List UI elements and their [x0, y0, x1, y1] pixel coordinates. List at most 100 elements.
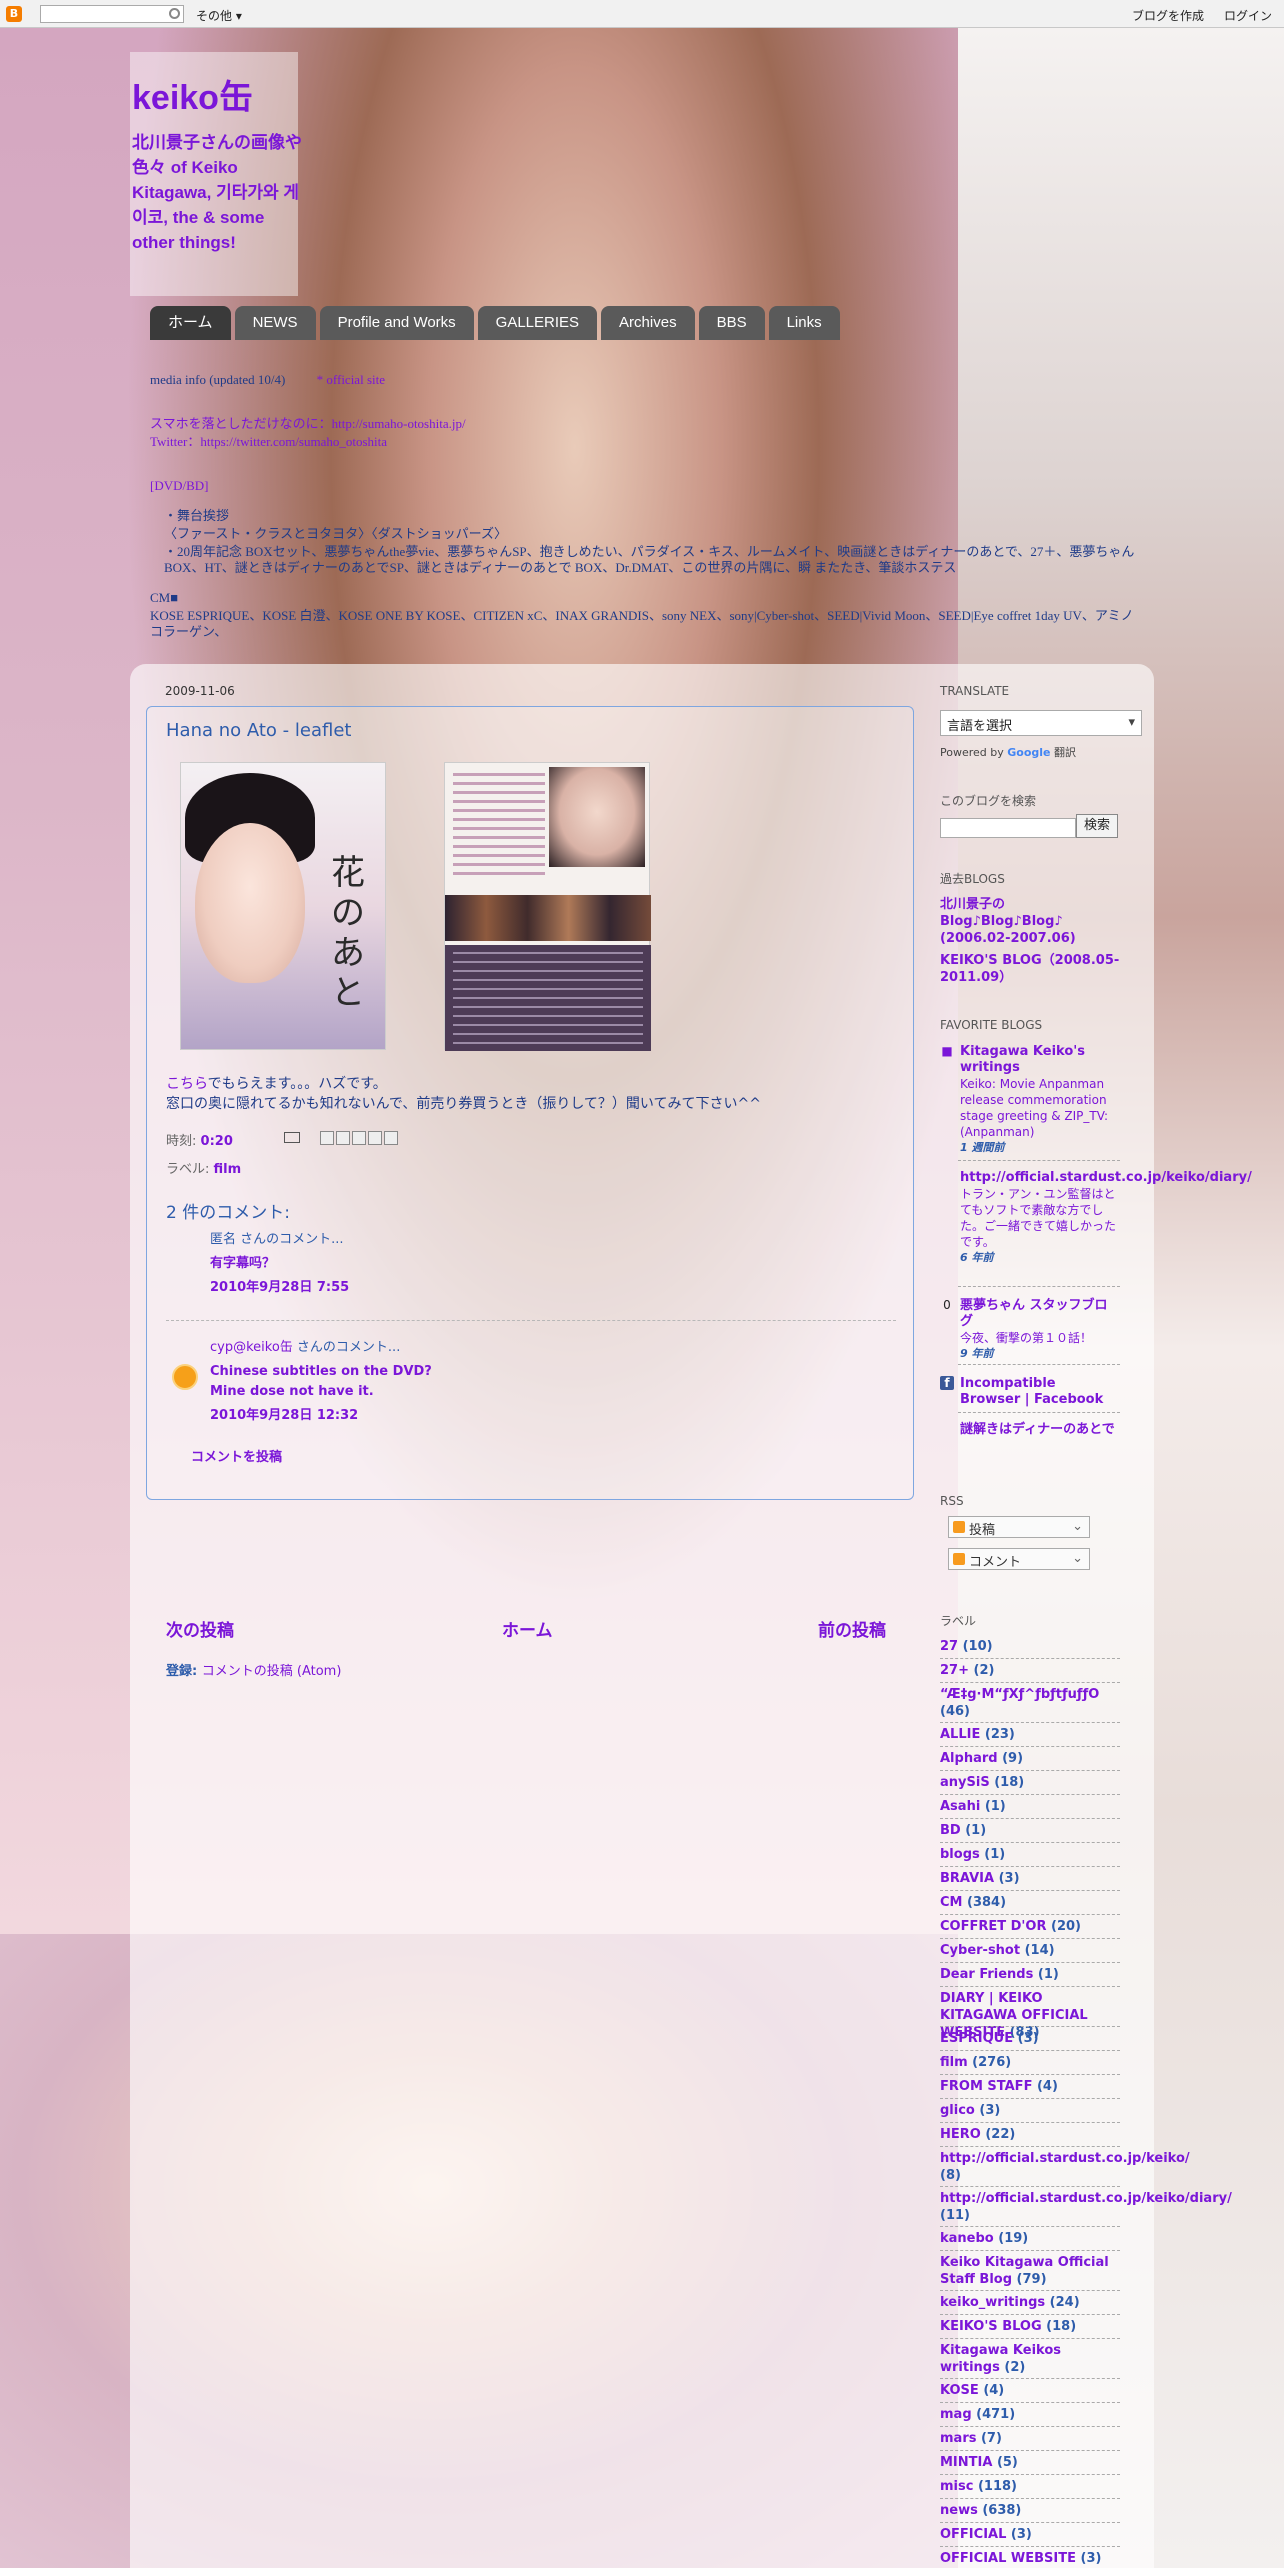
pinterest-share-icon[interactable]	[384, 1131, 398, 1145]
blogger-icon: ■	[941, 1044, 953, 1058]
post-timestamp-link[interactable]: 0:20	[201, 1134, 233, 1149]
label-link[interactable]: mag	[940, 2407, 972, 2422]
label-link[interactable]: KEIKO'S BLOG	[940, 2319, 1042, 2334]
twitter-link[interactable]: Twitter：https://twitter.com/sumaho_otosh…	[150, 434, 387, 449]
label-link[interactable]: OFFICIAL	[940, 2527, 1006, 2542]
comment-author-link[interactable]: cyp@keiko缶	[210, 1340, 293, 1355]
dvd-bd-heading[interactable]: [DVD/BD]	[150, 478, 209, 493]
label-link[interactable]: OFFICIAL WEBSITE	[940, 2551, 1076, 2566]
home-link[interactable]: ホーム	[502, 1616, 553, 1641]
label-divider	[940, 1658, 1120, 1659]
translate-link[interactable]: 翻訳	[1054, 746, 1076, 759]
leaflet-back-image[interactable]	[444, 762, 651, 1051]
label-link[interactable]: misc	[940, 2479, 973, 2494]
post-body-link[interactable]: こちら	[166, 1076, 208, 1092]
tab-archives[interactable]: Archives	[601, 306, 695, 340]
post-comment-link[interactable]: コメントを投稿	[191, 1446, 282, 1465]
label-link[interactable]: ALLIE	[940, 1727, 980, 1742]
poster-text-lines	[453, 773, 545, 881]
label-link[interactable]: MINTIA	[940, 2455, 992, 2470]
label-link[interactable]: 27	[940, 1639, 958, 1654]
post-title[interactable]: Hana no Ato - leaflet	[166, 720, 351, 741]
label-link[interactable]: HERO	[940, 2127, 981, 2142]
label-link[interactable]: BRAVIA	[940, 1871, 994, 1886]
favorite-blog-latest[interactable]: 今夜、衝撃の第１０話！	[960, 1330, 1120, 1346]
favorite-blog-title[interactable]: Kitagawa Keiko's writings	[960, 1044, 1120, 1076]
favorite-blog-title[interactable]: Incompatible Browser | Facebook	[960, 1376, 1120, 1408]
tab-profile-and-works[interactable]: Profile and Works	[319, 306, 474, 340]
label-link[interactable]: BD	[940, 1823, 961, 1838]
favorite-blog-latest[interactable]: トラン・アン・ユン監督はとてもソフトで素敵な方でした。ご一緒できて嬉しかったです…	[960, 1186, 1120, 1250]
email-post-icon[interactable]	[284, 1132, 300, 1143]
label-link[interactable]: Cyber-shot	[940, 1943, 1020, 1958]
login-link[interactable]: ログイン	[1224, 7, 1272, 24]
past-blog-link-1[interactable]: 北川景子の Blog♪Blog♪Blog♪ (2006.02-2007.06)	[940, 896, 1120, 947]
label-link[interactable]: Alphard	[940, 1751, 998, 1766]
label-film-link[interactable]: film	[214, 1162, 242, 1177]
tab-home[interactable]: ホーム	[150, 306, 231, 340]
tab-news[interactable]: NEWS	[234, 306, 316, 340]
search-icon[interactable]	[169, 8, 180, 19]
rss-posts-dropdown[interactable]: 投稿 ⌄	[948, 1516, 1090, 1538]
twitter-share-icon[interactable]	[352, 1131, 366, 1145]
favorite-blog-2: http://official.stardust.co.jp/keiko/dia…	[960, 1170, 1252, 1266]
label-link[interactable]: Asahi	[940, 1799, 980, 1814]
language-select[interactable]: 言語を選択 ▾	[940, 710, 1142, 736]
label-item: Keiko Kitagawa Official Staff Blog (79)	[940, 2254, 1120, 2288]
create-blog-link[interactable]: ブログを作成	[1132, 7, 1204, 24]
favorite-blog-title[interactable]: http://official.stardust.co.jp/keiko/dia…	[960, 1170, 1252, 1186]
atom-feed-link[interactable]: コメントの投稿 (Atom)	[202, 1664, 342, 1679]
favorite-blog-age: 9 年前	[960, 1347, 994, 1360]
tab-links[interactable]: Links	[768, 306, 840, 340]
older-post-link[interactable]: 前の投稿	[818, 1616, 886, 1641]
past-blog-link-2[interactable]: KEIKO'S BLOG（2008.05-2011.09）	[940, 952, 1120, 986]
label-link[interactable]: Dear Friends	[940, 1967, 1033, 1982]
comment-2: cyp@keiko缶 さんのコメント... Chinese subtitles …	[210, 1338, 432, 1426]
label-link[interactable]: http://official.stardust.co.jp/keiko/	[940, 2151, 1190, 2166]
rss-comments-dropdown[interactable]: コメント ⌄	[948, 1548, 1090, 1570]
tab-galleries[interactable]: GALLERIES	[477, 306, 598, 340]
blog-search-input[interactable]	[940, 818, 1076, 838]
favorite-blog-latest[interactable]: Keiko: Movie Anpanman release commemorat…	[960, 1076, 1120, 1140]
rss-comments-label: コメント	[969, 1555, 1022, 1570]
label-link[interactable]: film	[940, 2055, 968, 2070]
label-link[interactable]: ESPRIQUE	[940, 2031, 1013, 2046]
label-link[interactable]: “Æ‡g·M“ƒXƒ^ƒbƒtƒuƒƒO	[940, 1687, 1099, 1702]
navbar-more-menu[interactable]: その他 ▾	[196, 7, 242, 24]
label-link[interactable]: keiko_writings	[940, 2295, 1045, 2310]
blog-title[interactable]: keiko缶	[132, 70, 253, 119]
info-butai: ・舞台挨拶	[164, 508, 230, 523]
label-link[interactable]: 27+	[940, 1663, 969, 1678]
time-label: 時刻:	[166, 1134, 197, 1149]
blog-search-button[interactable]: 検索	[1076, 814, 1118, 838]
label-link[interactable]: COFFRET D'OR	[940, 1919, 1046, 1934]
blogger-logo-icon[interactable]: B	[6, 6, 22, 22]
movie-site-link[interactable]: スマホを落としただけなのに：http://sumaho-otoshita.jp/	[150, 416, 466, 431]
label-link[interactable]: CM	[940, 1895, 962, 1910]
favorite-blog-title[interactable]: 悪夢ちゃん スタッフブログ	[960, 1298, 1120, 1330]
favorite-blog-title[interactable]: 謎解きはディナーのあとで	[960, 1422, 1120, 1438]
label-link[interactable]: FROM STAFF	[940, 2079, 1032, 2094]
label-link[interactable]: blogs	[940, 1847, 980, 1862]
subscribe-links: 登録: コメントの投稿 (Atom)	[166, 1660, 341, 1679]
official-site-link[interactable]: * official site	[317, 372, 385, 387]
blogthis-share-icon[interactable]	[336, 1131, 350, 1145]
label-link[interactable]: kanebo	[940, 2231, 994, 2246]
tab-bbs[interactable]: BBS	[698, 306, 765, 340]
navbar-search-input[interactable]	[40, 5, 184, 23]
facebook-share-icon[interactable]	[368, 1131, 382, 1145]
comment-timestamp[interactable]: 2010年9月28日 7:55	[210, 1278, 349, 1298]
comment-timestamp[interactable]: 2010年9月28日 12:32	[210, 1406, 432, 1426]
label-link[interactable]: glico	[940, 2103, 975, 2118]
email-share-icon[interactable]	[320, 1131, 334, 1145]
leaflet-front-image[interactable]: 花のあと	[180, 762, 386, 1050]
label-link[interactable]: KOSE	[940, 2383, 979, 2398]
commenter-avatar-icon[interactable]	[172, 1364, 198, 1390]
label-link[interactable]: mars	[940, 2431, 976, 2446]
newer-post-link[interactable]: 次の投稿	[166, 1616, 234, 1641]
label-divider	[940, 1818, 1120, 1819]
label-count: (384)	[962, 1895, 1007, 1910]
label-link[interactable]: http://official.stardust.co.jp/keiko/dia…	[940, 2191, 1232, 2206]
label-link[interactable]: anySiS	[940, 1775, 990, 1790]
label-link[interactable]: news	[940, 2503, 978, 2518]
